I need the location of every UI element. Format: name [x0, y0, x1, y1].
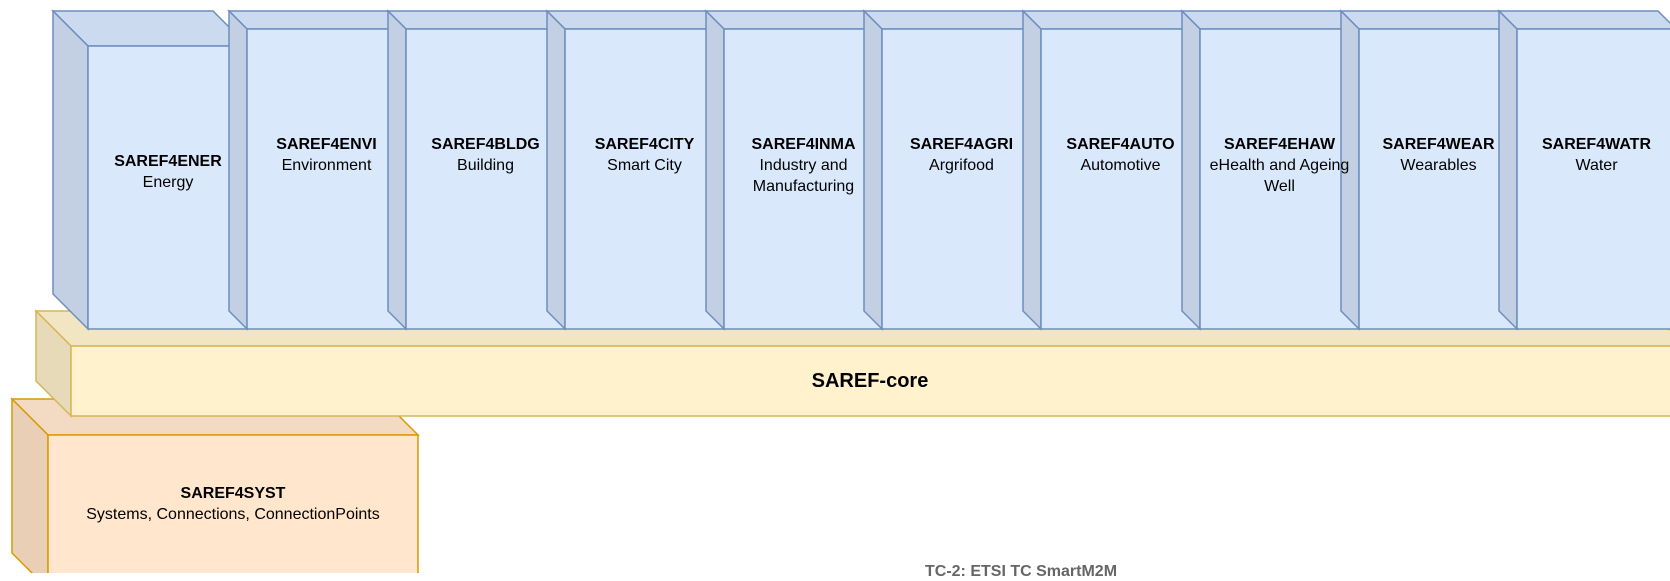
extension-desc: Energy	[142, 174, 194, 191]
footer-caption: TC-2: ETSI TC SmartM2M	[925, 563, 1118, 580]
extension-desc: eHealth and Ageing Well	[1209, 157, 1350, 195]
extension-desc: Water	[1575, 157, 1618, 174]
extension-label-saref4agri: SAREF4AGRI Argrifood	[882, 134, 1041, 176]
extension-saref4watr-top	[1497, 10, 1670, 30]
extension-saref4envi-top	[227, 10, 408, 30]
extension-saref4wear-top	[1339, 10, 1520, 30]
extension-desc: Smart City	[607, 157, 682, 174]
extension-label-saref4watr: SAREF4WATR Water	[1517, 134, 1670, 176]
extension-saref4city-front	[564, 28, 725, 330]
extension-desc: Industry and Manufacturing	[752, 157, 855, 195]
extension-code: SAREF4BLDG	[431, 136, 540, 153]
extension-code: SAREF4WATR	[1541, 136, 1652, 153]
extension-label-saref4auto: SAREF4AUTO Automotive	[1041, 134, 1200, 176]
saref4syst-code: SAREF4SYST	[180, 484, 286, 502]
extension-saref4agri-top	[862, 10, 1043, 30]
extension-label-saref4inma: SAREF4INMA Industry and Manufacturing	[724, 134, 883, 197]
saref-core-label: SAREF-core	[811, 369, 929, 392]
saref4syst-desc: Systems, Connections, ConnectionPoints	[86, 505, 380, 523]
extension-saref4wear-front	[1358, 28, 1519, 330]
extension-desc: Building	[457, 157, 514, 174]
extension-saref4bldg-top	[386, 10, 567, 30]
saref4syst-label-box: SAREF4SYST Systems, Connections, Connect…	[48, 434, 418, 573]
saref-core-label-box: SAREF-core	[70, 346, 1670, 416]
extension-saref4inma-top	[704, 10, 885, 30]
extension-label-saref4city: SAREF4CITY Smart City	[565, 134, 724, 176]
extension-label-saref4ehaw: SAREF4EHAW eHealth and Ageing Well	[1200, 134, 1359, 197]
extension-saref4watr-front	[1516, 28, 1670, 330]
extension-saref4ehaw-top	[1180, 10, 1361, 30]
extension-saref4agri-front	[881, 28, 1042, 330]
extension-code: SAREF4AUTO	[1066, 136, 1175, 153]
extension-desc: Wearables	[1400, 157, 1477, 174]
extension-saref4city-top	[545, 10, 726, 30]
extension-label-saref4ener: SAREF4ENER Energy	[88, 151, 248, 193]
extension-saref4bldg-front	[405, 28, 566, 330]
extension-saref4ener-side	[52, 9, 89, 331]
extension-saref4auto-top	[1021, 10, 1202, 30]
extension-code: SAREF4ENVI	[276, 136, 377, 153]
extension-desc: Argrifood	[929, 157, 994, 174]
extension-saref4envi-front	[246, 28, 407, 330]
extension-saref4auto-front	[1040, 28, 1201, 330]
extension-label-saref4wear: SAREF4WEAR Wearables	[1359, 134, 1518, 176]
extension-desc: Automotive	[1080, 157, 1161, 174]
extension-code: SAREF4WEAR	[1382, 136, 1495, 153]
extension-label-saref4bldg: SAREF4BLDG Building	[406, 134, 565, 176]
extension-code: SAREF4EHAW	[1223, 136, 1336, 153]
extension-code: SAREF4INMA	[751, 136, 856, 153]
extension-label-saref4envi: SAREF4ENVI Environment	[247, 134, 406, 176]
extension-code: SAREF4CITY	[594, 136, 695, 153]
extension-code: SAREF4ENER	[114, 153, 222, 170]
extension-code: SAREF4AGRI	[909, 136, 1014, 153]
extension-desc: Environment	[281, 157, 372, 174]
